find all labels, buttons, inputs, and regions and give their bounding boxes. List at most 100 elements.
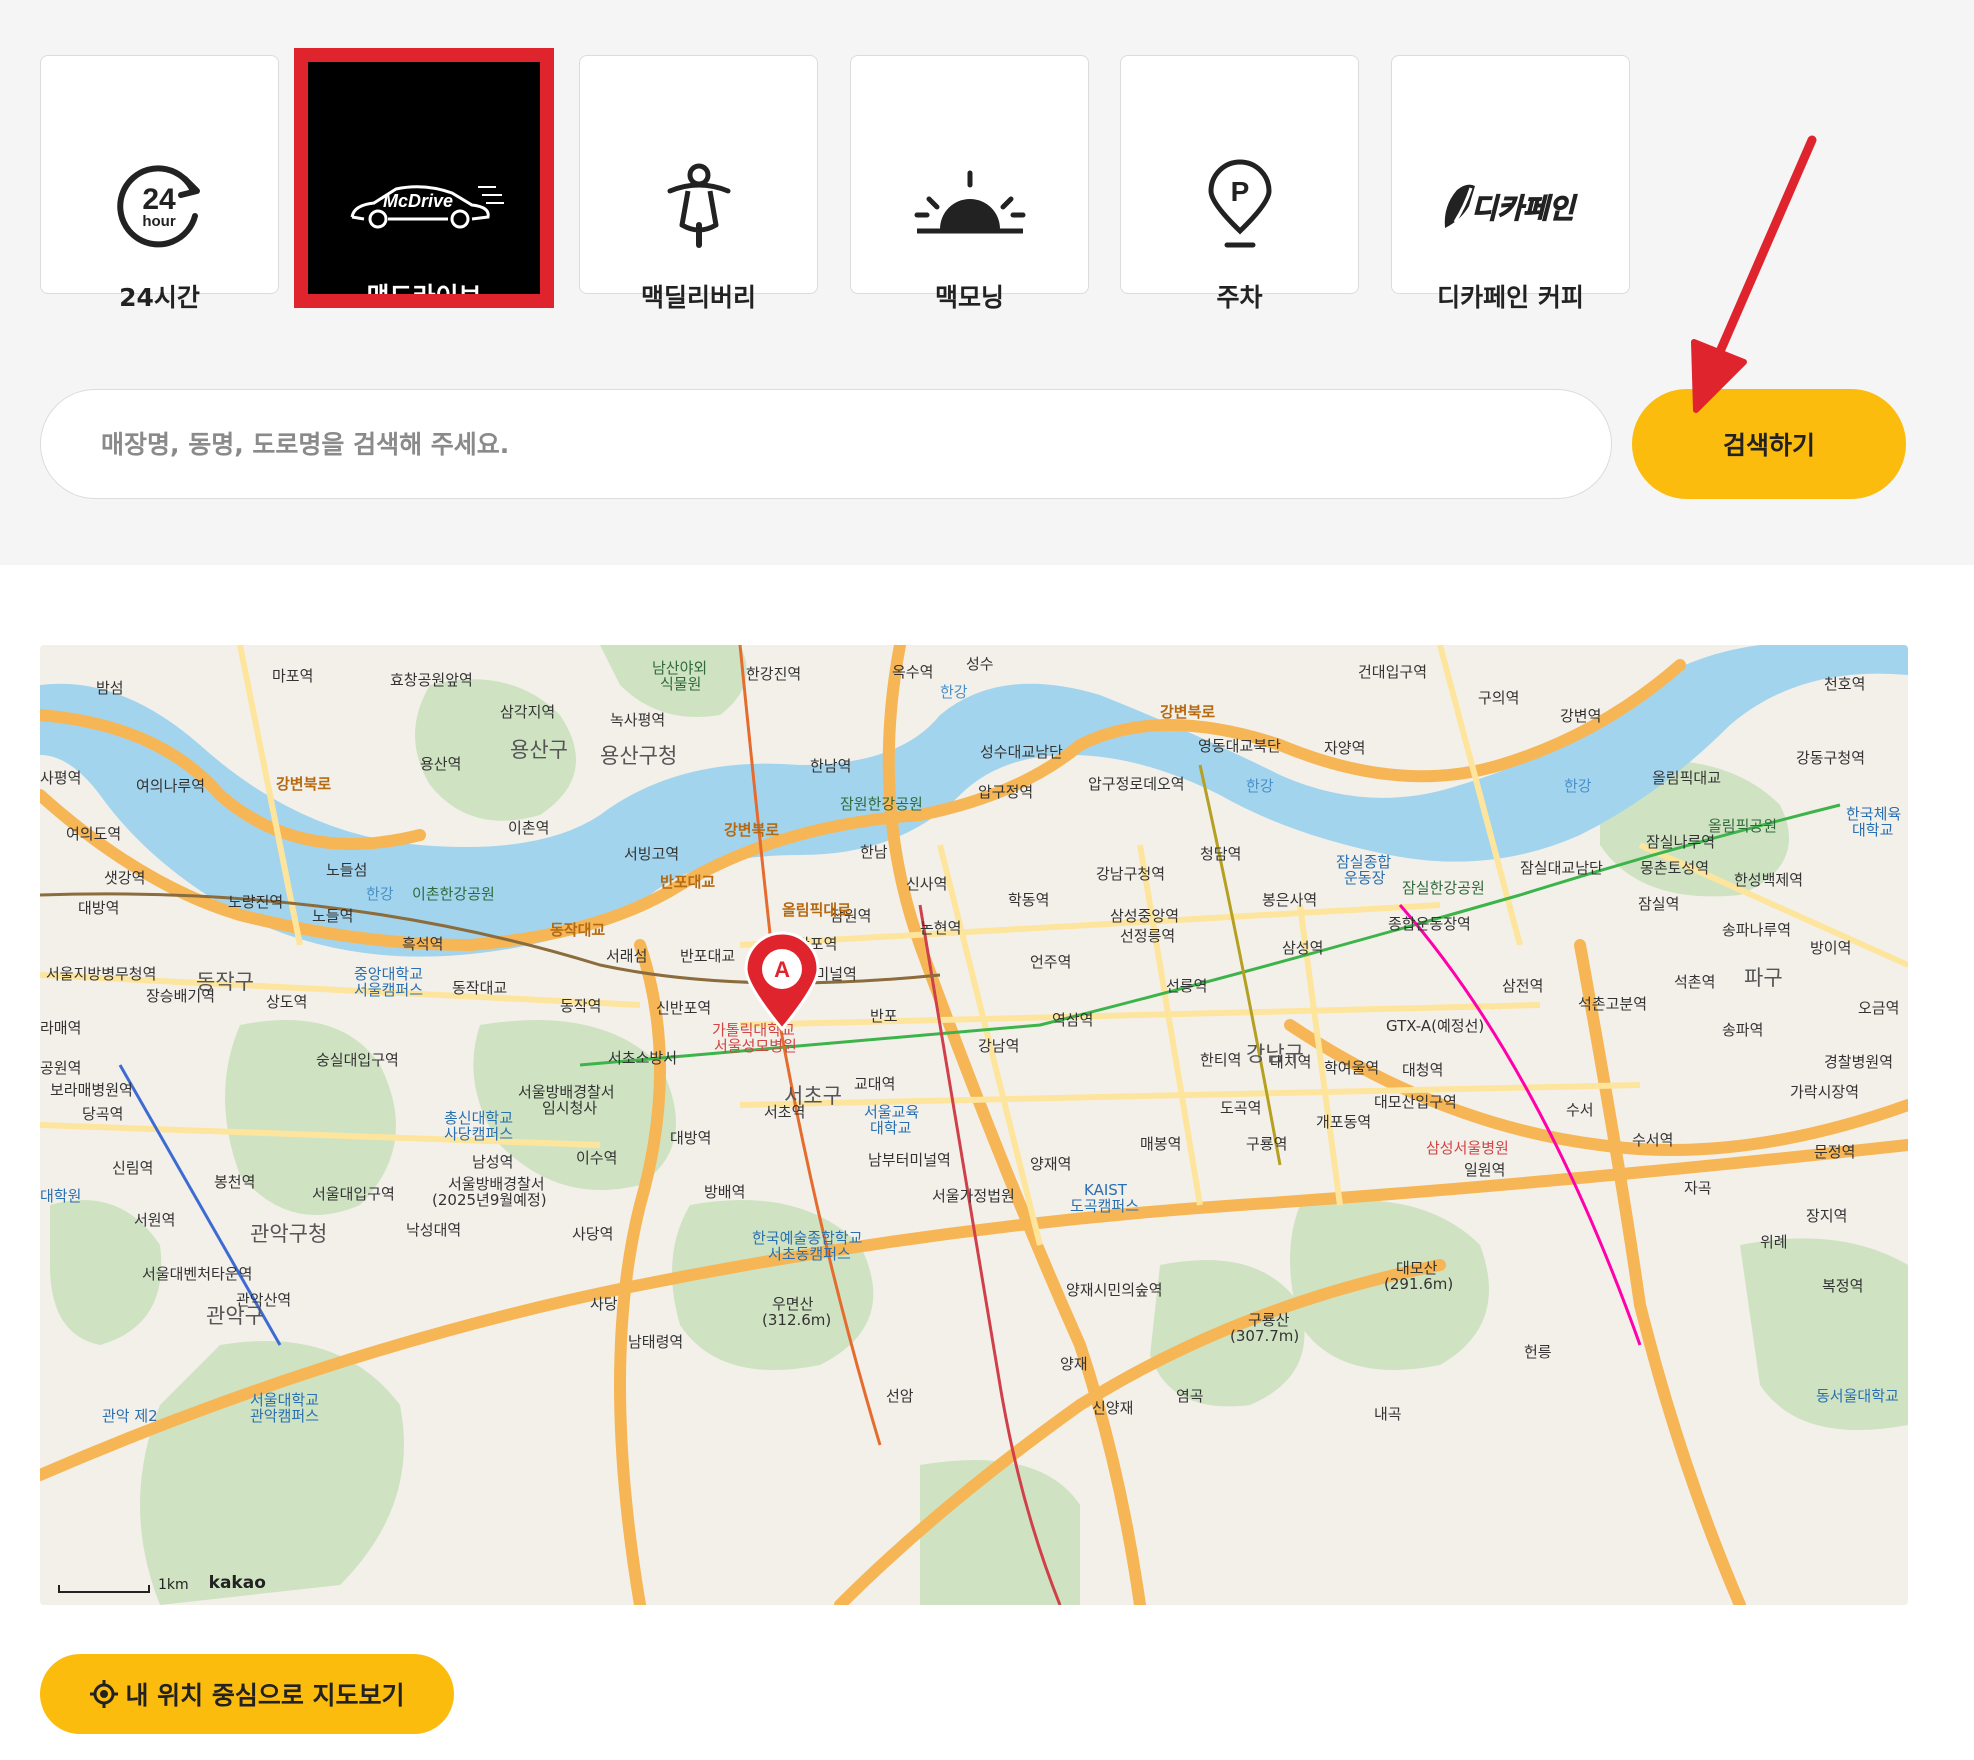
map-label: 강남구 (1246, 1042, 1304, 1066)
map-label: 자곡 (1684, 1179, 1712, 1197)
map-label: 역삼역 (1052, 1011, 1093, 1029)
map-label: 구룡역 (1246, 1135, 1287, 1153)
map-label: 대청역 (1402, 1061, 1443, 1079)
search-input[interactable] (40, 389, 1612, 499)
map-label: 한강진역 (746, 665, 801, 683)
delivery-scooter-icon (580, 156, 817, 256)
map-label: 샛강역 (104, 869, 145, 887)
map-label: 복정역 (1822, 1277, 1863, 1295)
map-label: 동서울대학교 (1816, 1387, 1899, 1405)
map-label: (307.7m) (1230, 1327, 1299, 1345)
map-label: 서울캠퍼스 (354, 981, 423, 999)
filter-mcdrive[interactable]: McDrive 맥드라이브 (308, 62, 540, 311)
map-label: 한강 (1246, 777, 1274, 795)
map-label: 서울가정법원 (932, 1187, 1015, 1205)
search-button[interactable]: 검색하기 (1632, 389, 1906, 499)
map-label: 용산구청 (600, 744, 677, 768)
filter-mcdelivery[interactable]: 맥딜리버리 (579, 55, 818, 312)
map-label: 잠원한강공원 (840, 795, 923, 813)
filter-parking[interactable]: P 주차 (1120, 55, 1359, 312)
map-label: 잠실나루역 (1646, 833, 1715, 851)
map-label: (291.6m) (1384, 1275, 1453, 1293)
map-label: 송파역 (1722, 1021, 1763, 1039)
map-label: 노들섬 (326, 861, 367, 879)
map-label: 올림픽대로 (782, 901, 851, 919)
map-label: 흑석역 (402, 935, 443, 953)
map-label: 동작역 (560, 997, 601, 1015)
map-label: 학여울역 (1324, 1059, 1379, 1077)
map-label: 성수 (966, 655, 994, 673)
map-label: 염곡 (1176, 1387, 1204, 1405)
map-label: 노들역 (312, 907, 353, 925)
map-label: 방배역 (704, 1183, 745, 1201)
map-label: 한강 (366, 885, 394, 903)
mcdrive-car-icon: McDrive (308, 155, 540, 255)
map-label: 남성역 (472, 1153, 513, 1171)
map-label: 서원역 (134, 1211, 175, 1229)
map-label: 대방역 (670, 1129, 711, 1147)
decaf-logo-icon: 디카페인 (1392, 156, 1629, 256)
map-label: 삼성서울병원 (1426, 1139, 1509, 1157)
map-label: 공원역 (40, 1059, 81, 1077)
map-label: 동작대교 (452, 979, 507, 997)
map-label: 삼전역 (1502, 977, 1543, 995)
map-label: 한티역 (1200, 1051, 1241, 1069)
map-label: 신반포역 (656, 999, 711, 1017)
filter-label: 맥딜리버리 (640, 283, 756, 312)
svg-text:24: 24 (142, 183, 176, 216)
map-label: 임시청사 (542, 1099, 597, 1117)
map-label: 올림픽공원 (1708, 817, 1777, 835)
map-label: 대방역 (78, 899, 119, 917)
map-label: 장지역 (1806, 1207, 1847, 1225)
map-canvas[interactable]: 마포역 효창공원앞역남산야외식물원한강진역 옥수역 건대입구역천호역삼각지역 녹사평역구… (40, 645, 1908, 1605)
map-label: 수서 (1566, 1101, 1594, 1119)
filter-mcmorning[interactable]: 맥모닝 (850, 55, 1089, 312)
map-label: 장승배기역 (146, 987, 215, 1005)
map-label: 교대역 (854, 1075, 895, 1093)
map-label: 당곡역 (82, 1105, 123, 1123)
filter-label: 맥드라이브 (366, 282, 482, 311)
map-label: 녹사평역 (610, 711, 665, 729)
map-label: 신양재 (1092, 1399, 1133, 1417)
map-label: 이촌한강공원 (412, 885, 495, 903)
map-label: 내곡 (1374, 1405, 1402, 1423)
sunrise-icon (851, 156, 1088, 256)
map-label: 밤섬 (96, 679, 124, 697)
map-label: 몽촌토성역 (1640, 859, 1709, 877)
scale-bar-line (58, 1585, 150, 1593)
map-label: 보라매병원역 (50, 1081, 133, 1099)
map-label: 삼성역 (1282, 939, 1323, 957)
map-label: 오금역 (1858, 999, 1899, 1017)
store-map[interactable]: 마포역 효창공원앞역 남산야외 식물원 한강진역 옥수역 건대입구역 천호역 삼각지역 녹사평역 구… (40, 645, 1908, 1605)
map-label: 신림역 (112, 1159, 153, 1177)
map-label: 한남 (860, 843, 888, 861)
map-label: 옥수역 (892, 663, 933, 681)
map-label: 대모산입구역 (1374, 1093, 1457, 1111)
map-label: 구의역 (1478, 689, 1519, 707)
map-label: 강변북로 (276, 775, 331, 793)
view-map-my-location-button[interactable]: 내 위치 중심으로 지도보기 (40, 1654, 454, 1734)
map-label: 효창공원앞역 (390, 671, 473, 689)
filter-24-hours[interactable]: 24 hour 24시간 (40, 55, 279, 312)
map-label: 수서역 (1632, 1131, 1673, 1149)
map-label: 위례 (1760, 1233, 1788, 1251)
map-label: 남태령역 (628, 1333, 683, 1351)
map-label: 용산구 (510, 738, 568, 762)
map-label: 이수역 (576, 1149, 617, 1167)
map-label: 자양역 (1324, 739, 1365, 757)
map-label: 용산역 (420, 755, 461, 773)
map-label: 삼각지역 (500, 703, 555, 721)
map-label: 사당역 (572, 1225, 613, 1243)
map-label: 마포역 (272, 667, 313, 685)
map-label: 송파나루역 (1722, 921, 1791, 939)
filter-decaf-coffee[interactable]: 디카페인 디카페인 커피 (1391, 55, 1630, 312)
map-label: 강변북로 (1160, 703, 1215, 721)
location-button-label: 내 위치 중심으로 지도보기 (125, 1681, 405, 1710)
map-label: 서초동캠퍼스 (768, 1245, 851, 1263)
map-label: 강동구청역 (1796, 749, 1865, 767)
map-label: 대학교 (1852, 821, 1893, 839)
map-label: 서울지방병무청역 (46, 965, 156, 983)
map-label: 도곡역 (1220, 1099, 1261, 1117)
map-label: 사당 (590, 1295, 618, 1313)
map-label: 가락시장역 (1790, 1083, 1859, 1101)
